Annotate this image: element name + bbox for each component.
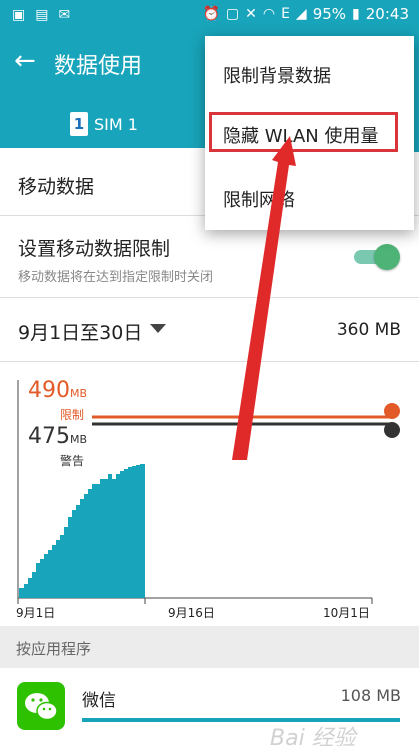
red-arrow-icon [232, 136, 296, 460]
annotation-arrow [232, 136, 296, 460]
